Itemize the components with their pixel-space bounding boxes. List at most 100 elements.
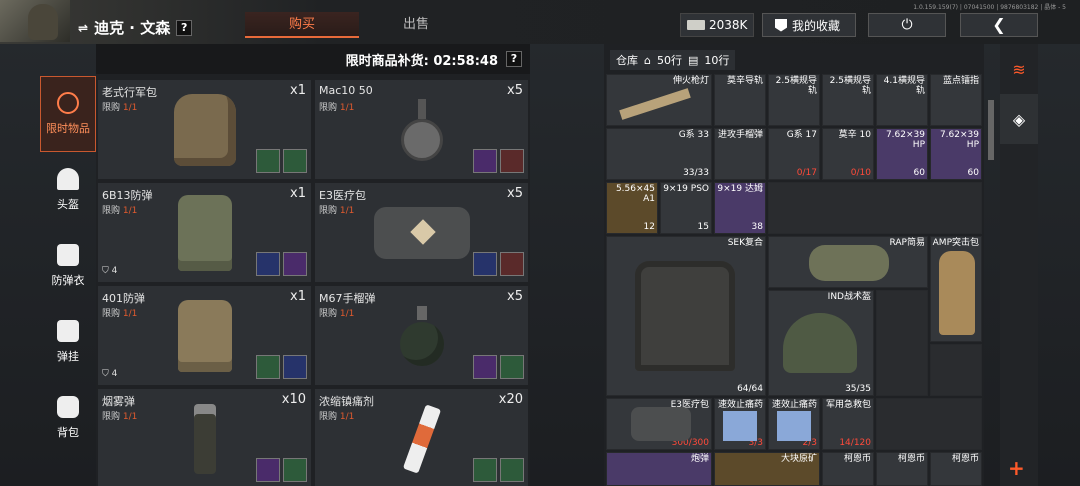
warehouse-item[interactable]: 2.5横规导轨	[822, 74, 874, 126]
tab-sell[interactable]: 出售	[359, 12, 473, 38]
warehouse-item[interactable]: 7.62×39 HP 60	[930, 128, 982, 180]
exchange-slot[interactable]	[500, 458, 524, 482]
item-name: Mac10 50	[319, 84, 373, 97]
exchange-slot[interactable]	[500, 355, 524, 379]
exchange-slot[interactable]	[256, 252, 280, 276]
exchange-items	[256, 149, 307, 173]
warehouse-item[interactable]: AMP突击包	[930, 236, 982, 342]
tab-buy[interactable]: 购买	[245, 12, 359, 38]
shop-item[interactable]: 6B13防弹 限购 1/1 x1 ⛉ 4	[98, 183, 311, 282]
item-qty: x1	[290, 83, 306, 98]
shop-item[interactable]: M67手榴弹 限购 1/1 x5	[315, 286, 528, 385]
layer-button[interactable]: ◈	[1000, 94, 1038, 144]
warehouse-item[interactable]: 军用急救包 14/120	[822, 398, 874, 450]
warehouse-item[interactable]: 速效止痛药 3/3	[714, 398, 766, 450]
swap-icon[interactable]: ⇌	[78, 21, 88, 35]
warehouse-item[interactable]: 4.1横规导轨	[876, 74, 928, 126]
warehouse-item[interactable]: RAP简易	[768, 236, 928, 288]
exchange-items	[256, 458, 307, 482]
help-icon[interactable]: ?	[506, 51, 522, 67]
warehouse-item[interactable]: 柯恩币	[822, 452, 874, 486]
warehouse-extra-rows: 10行	[704, 54, 730, 67]
warehouse-item[interactable]: IND战术盔 35/35	[768, 290, 874, 396]
right-toolbar: ≋ ◈ +	[1000, 44, 1038, 486]
category-rig[interactable]: 弹挂	[40, 304, 96, 380]
exchange-slot[interactable]	[500, 149, 524, 173]
exchange-slot[interactable]	[283, 252, 307, 276]
exchange-slot[interactable]	[473, 458, 497, 482]
shop-item[interactable]: E3医疗包 限购 1/1 x5	[315, 183, 528, 282]
category-helmet[interactable]: 头盔	[40, 152, 96, 228]
category-label: 背包	[57, 426, 79, 439]
warehouse-item[interactable]: 7.62×39 HP 60	[876, 128, 928, 180]
warehouse-empty[interactable]	[876, 398, 982, 450]
favorites-button[interactable]: 我的收藏	[762, 13, 856, 37]
category-limited[interactable]: 限时物品	[40, 76, 96, 152]
warehouse-item[interactable]: G系 17 0/17	[768, 128, 820, 180]
warehouse-item[interactable]: 9×19 达姆 38	[714, 182, 766, 234]
exchange-slot[interactable]	[283, 458, 307, 482]
exchange-slot[interactable]	[256, 355, 280, 379]
help-icon[interactable]: ?	[176, 19, 193, 36]
exchange-slot[interactable]	[256, 149, 280, 173]
armor-level: ⛉ 4	[102, 369, 118, 379]
warehouse-item[interactable]: 柯恩币	[876, 452, 928, 486]
warehouse-item[interactable]: 2.5横规导轨	[768, 74, 820, 126]
add-icon[interactable]: +	[1008, 456, 1025, 480]
warehouse-item[interactable]: 速效止痛药 2/3	[768, 398, 820, 450]
warehouse-scrollbar[interactable]	[988, 100, 994, 160]
warehouse-empty[interactable]	[768, 182, 982, 234]
warehouse-item[interactable]: 柯恩币	[930, 452, 982, 486]
warehouse-item[interactable]: 蓝点镭指	[930, 74, 982, 126]
avatar[interactable]	[0, 0, 70, 42]
exchange-slot[interactable]	[256, 458, 280, 482]
player-name-row: ⇌ 迪克 · 文森 ?	[78, 17, 193, 38]
favorites-label: 我的收藏	[792, 18, 841, 33]
sort-button[interactable]: ≋	[1000, 44, 1038, 94]
warehouse-item[interactable]: 伸火枪灯	[606, 74, 712, 126]
exchange-slot[interactable]	[283, 355, 307, 379]
exchange-slot[interactable]	[500, 252, 524, 276]
shop-item[interactable]: Mac10 50 限购 1/1 x5	[315, 80, 528, 179]
player-name: 迪克 · 文森	[94, 19, 171, 37]
warehouse-item[interactable]: 莫辛 10 0/10	[822, 128, 874, 180]
warehouse-item[interactable]: SEK复合 64/64	[606, 236, 766, 396]
warehouse-empty[interactable]	[930, 344, 982, 396]
item-name: E3医疗包	[319, 189, 366, 202]
warehouse-label: 仓库	[616, 54, 638, 67]
warehouse-item[interactable]: 5.56×45 A1 12	[606, 182, 658, 234]
backpack-icon	[57, 396, 79, 418]
exchange-slot[interactable]	[473, 149, 497, 173]
shop-item[interactable]: 401防弹 限购 1/1 x1 ⛉ 4	[98, 286, 311, 385]
medkit-icon	[373, 206, 470, 259]
warehouse-item[interactable]: 进攻手榴弹	[714, 128, 766, 180]
exchange-slot[interactable]	[473, 252, 497, 276]
armor-level: ⛉ 4	[102, 266, 118, 276]
warehouse-empty[interactable]	[876, 290, 928, 396]
armor-vest-icon	[177, 299, 232, 372]
warehouse-item[interactable]: 大块原矿	[714, 452, 820, 486]
category-backpack[interactable]: 背包	[40, 380, 96, 456]
warehouse-item[interactable]: G系 33 33/33	[606, 128, 712, 180]
top-bar: ⇌ 迪克 · 文森 ? 购买 出售 1.0.159.159(7) | 07041…	[0, 0, 1080, 44]
shop-item[interactable]: 老式行军包 限购 1/1 x1	[98, 80, 311, 179]
shop-item[interactable]: 烟雾弹 限购 1/1 x10	[98, 389, 311, 486]
warehouse-item[interactable]: 9×19 PSO 15	[660, 182, 712, 234]
back-button[interactable]: ❮	[960, 13, 1038, 37]
layers-icon: ◈	[1012, 109, 1026, 129]
shop-item[interactable]: 浓缩镇痛剂 限购 1/1 x20	[315, 389, 528, 486]
backpack-icon	[173, 93, 236, 166]
warehouse-item[interactable]: 莫辛导轨	[714, 74, 766, 126]
item-name: 老式行军包	[102, 86, 157, 99]
warehouse-item[interactable]: 炮弹	[606, 452, 712, 486]
version-text: 1.0.159.159(7) | 07041500 | 9876803182 |…	[913, 4, 1066, 11]
warehouse-item[interactable]: E3医疗包 300/300	[606, 398, 712, 450]
syringe-icon	[402, 403, 441, 474]
category-label: 限时物品	[46, 122, 90, 135]
smoke-grenade-icon	[193, 403, 216, 474]
category-vest[interactable]: 防弹衣	[40, 228, 96, 304]
exchange-slot[interactable]	[283, 149, 307, 173]
power-button[interactable]: ⏻	[868, 13, 946, 37]
item-limit: 限购 1/1	[319, 412, 355, 422]
exchange-slot[interactable]	[473, 355, 497, 379]
